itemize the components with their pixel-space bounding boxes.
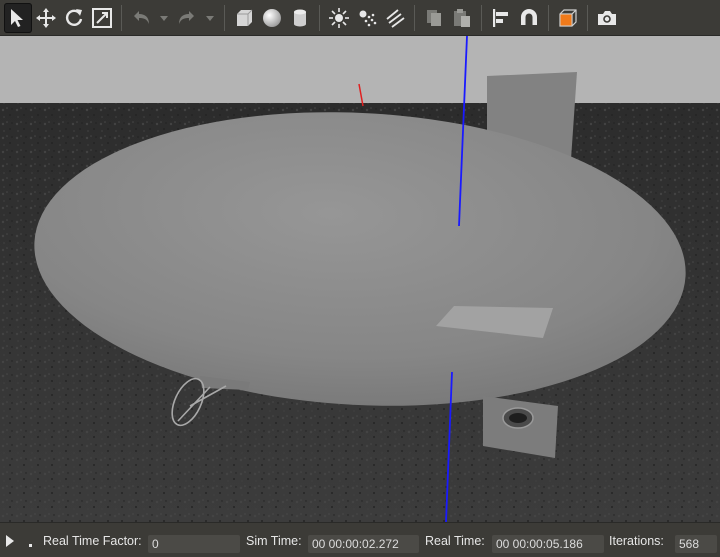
toolbar-separator — [587, 4, 588, 31]
translate-mode-button[interactable] — [32, 3, 60, 33]
rotate-icon — [65, 8, 83, 26]
toolbar-separator — [548, 4, 549, 31]
scale-icon — [92, 7, 112, 28]
spot-light-icon — [359, 10, 377, 26]
view-angle-cube-icon — [559, 8, 577, 27]
view-angle-button[interactable] — [554, 3, 582, 33]
box-shape-icon — [237, 9, 253, 26]
sphere-shape-icon — [263, 8, 281, 27]
snap-magnet-icon — [521, 8, 537, 25]
redo-dropdown-icon — [206, 15, 214, 21]
undo-button[interactable] — [127, 3, 155, 33]
sim-time-field: 00 00:00:02.272 — [308, 535, 419, 553]
directional-light-button[interactable] — [381, 3, 409, 33]
insert-cylinder-button[interactable] — [286, 3, 314, 33]
redo-icon — [179, 10, 194, 24]
undo-history-dropdown[interactable] — [155, 3, 173, 33]
redo-button[interactable] — [173, 3, 201, 33]
screenshot-button[interactable] — [593, 3, 621, 33]
real-time-field: 00 00:00:05.186 — [492, 535, 604, 553]
step-button[interactable] — [29, 523, 32, 557]
paste-icon — [454, 8, 470, 27]
toolbar-separator — [481, 4, 482, 31]
undo-icon — [134, 10, 149, 24]
scene-viewport[interactable] — [0, 36, 720, 522]
align-icon — [493, 8, 508, 27]
real-time-label: Real Time: — [425, 533, 485, 548]
cylinder-shape-icon — [294, 9, 306, 26]
real-time-factor-field: 0 — [148, 535, 240, 553]
rotate-mode-button[interactable] — [60, 3, 88, 33]
gazebo-window: Real Time Factor: 0 Sim Time: 00 00:00:0… — [0, 0, 720, 557]
redo-history-dropdown[interactable] — [201, 3, 219, 33]
step-dot-icon — [29, 544, 32, 547]
undo-dropdown-icon — [160, 15, 168, 21]
status-bar: Real Time Factor: 0 Sim Time: 00 00:00:0… — [0, 522, 720, 557]
scale-mode-button[interactable] — [88, 3, 116, 33]
play-icon — [6, 534, 14, 547]
spot-light-button[interactable] — [353, 3, 381, 33]
select-arrow-icon — [11, 8, 23, 27]
iterations-field: 568 — [675, 535, 717, 553]
insert-sphere-button[interactable] — [258, 3, 286, 33]
directional-light-icon — [386, 8, 405, 28]
toolbar — [0, 0, 720, 36]
translate-icon — [36, 7, 56, 28]
copy-button[interactable] — [420, 3, 448, 33]
screenshot-camera-icon — [598, 10, 616, 25]
snap-button[interactable] — [515, 3, 543, 33]
point-light-button[interactable] — [325, 3, 353, 33]
point-light-icon — [329, 7, 349, 28]
toolbar-separator — [121, 4, 122, 31]
iterations-label: Iterations: — [609, 533, 664, 548]
toolbar-separator — [224, 4, 225, 31]
copy-icon — [427, 9, 441, 26]
select-mode-button[interactable] — [4, 2, 32, 33]
toolbar-separator — [414, 4, 415, 31]
play-pause-button[interactable] — [4, 523, 16, 557]
real-time-factor-label: Real Time Factor: — [43, 533, 142, 548]
paste-button[interactable] — [448, 3, 476, 33]
insert-box-button[interactable] — [230, 3, 258, 33]
sim-time-label: Sim Time: — [246, 533, 302, 548]
toolbar-separator — [319, 4, 320, 31]
align-button[interactable] — [487, 3, 515, 33]
